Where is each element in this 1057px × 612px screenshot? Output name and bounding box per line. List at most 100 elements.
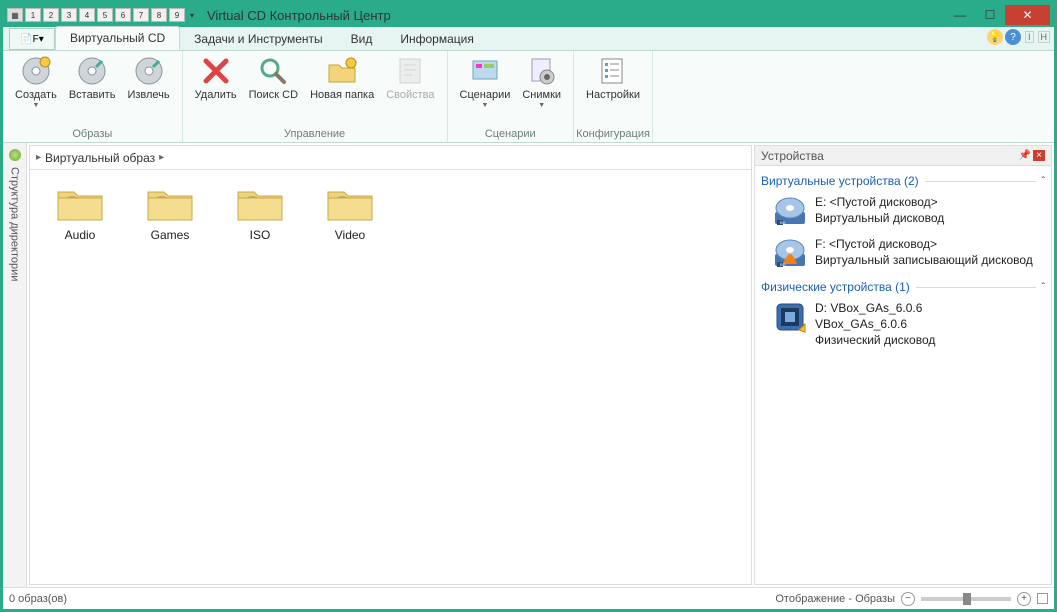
device-item-d[interactable]: D: VBox_GAs_6.0.6 VBox_GAs_6.0.6 Физичес… (761, 298, 1045, 355)
qat-app-icon[interactable]: ▦ (7, 8, 23, 22)
eject-button[interactable]: Извлечь (121, 53, 175, 103)
qat-7[interactable]: 7 (133, 8, 149, 22)
qat-4[interactable]: 4 (79, 8, 95, 22)
device-group-virtual[interactable]: Виртуальные устройства (2) ˆ (761, 174, 1045, 188)
quick-access-toolbar: ▦ 1 2 3 4 5 6 7 8 9 ▾ (7, 8, 197, 22)
device-item-f[interactable]: BD F: <Пустой дисковод> Виртуальный запи… (761, 234, 1045, 276)
pin-icon[interactable]: 📌 (1019, 150, 1031, 161)
tab-virtual-cd[interactable]: Виртуальный CD (55, 26, 180, 50)
insert-label: Вставить (69, 89, 116, 101)
hint-h: H (1038, 31, 1051, 43)
device-group-physical[interactable]: Физические устройства (1) ˆ (761, 280, 1045, 294)
delete-button[interactable]: Удалить (189, 53, 243, 103)
view-mode-button[interactable] (1037, 593, 1048, 604)
device-line2: Виртуальный записывающий дисковод (815, 252, 1033, 268)
scripts-button[interactable]: Сценарии ▼ (454, 53, 517, 111)
folder-video[interactable]: Video (318, 184, 382, 242)
delete-label: Удалить (195, 89, 237, 101)
qat-1[interactable]: 1 (25, 8, 41, 22)
group-label-scripts: Сценарии (448, 127, 574, 142)
search-cd-label: Поиск CD (249, 89, 298, 101)
device-line1: F: <Пустой дисковод> (815, 236, 1033, 252)
folder-audio[interactable]: Audio (48, 184, 112, 242)
insert-button[interactable]: Вставить (63, 53, 122, 103)
status-left: 0 образ(ов) (9, 593, 67, 605)
zoom-slider[interactable] (921, 597, 1011, 601)
breadcrumb-arrow-icon[interactable]: ▸ (159, 152, 164, 163)
qat-3[interactable]: 3 (61, 8, 77, 22)
status-bar: 0 образ(ов) Отображение - Образы − + (3, 587, 1054, 609)
folder-games[interactable]: Games (138, 184, 202, 242)
qat-6[interactable]: 6 (115, 8, 131, 22)
group-label-manage: Управление (183, 127, 447, 142)
tab-info[interactable]: Информация (386, 28, 487, 50)
zoom-in-button[interactable]: + (1017, 592, 1031, 606)
dropdown-icon: ▼ (32, 102, 39, 109)
maximize-button[interactable]: ☐ (975, 5, 1005, 25)
ribbon-group-scripts: Сценарии ▼ Снимки ▼ Сценарии (448, 51, 575, 142)
properties-button[interactable]: Свойства (380, 53, 440, 103)
breadcrumb-root[interactable]: Виртуальный образ (45, 151, 155, 165)
svg-text:BD: BD (780, 262, 786, 267)
new-folder-label: Новая папка (310, 89, 374, 101)
ribbon-group-manage: Удалить Поиск CD Новая папка Свойства Уп… (183, 51, 448, 142)
devices-title: Устройства (761, 149, 824, 163)
file-tab-label: F (33, 34, 39, 45)
qat-2[interactable]: 2 (43, 8, 59, 22)
device-line2: Виртуальный дисковод (815, 210, 944, 226)
title-bar: ▦ 1 2 3 4 5 6 7 8 9 ▾ Virtual CD Контрол… (3, 3, 1054, 27)
ribbon-tabs: 📄 F ▾ Виртуальный CD Задачи и Инструмент… (3, 27, 1054, 51)
file-tab[interactable]: 📄 F ▾ (9, 28, 55, 50)
sidebar-label: Структура директории (9, 167, 21, 281)
ribbon-group-images: Создать ▼ Вставить Извлечь Образы (3, 51, 183, 142)
tab-tasks-tools[interactable]: Задачи и Инструменты (180, 28, 336, 50)
search-cd-button[interactable]: Поиск CD (243, 53, 304, 103)
tree-icon (9, 149, 21, 161)
zoom-out-button[interactable]: − (901, 592, 915, 606)
folder-label: Games (151, 228, 190, 242)
settings-button[interactable]: Настройки (580, 53, 646, 103)
breadcrumb-arrow-icon[interactable]: ▸ (36, 152, 41, 163)
minimize-button[interactable]: — (945, 5, 975, 25)
folder-label: ISO (250, 228, 271, 242)
sidebar-collapsed[interactable]: Структура директории (3, 143, 27, 587)
qat-5[interactable]: 5 (97, 8, 113, 22)
tab-view[interactable]: Вид (337, 28, 387, 50)
hint-i: I (1025, 31, 1034, 43)
snapshots-button[interactable]: Снимки ▼ (516, 53, 567, 111)
create-label: Создать (15, 89, 57, 101)
qat-dropdown-icon[interactable]: ▾ (187, 8, 197, 22)
scripts-label: Сценарии (460, 89, 511, 101)
group-title: Физические устройства (1) (761, 280, 910, 294)
breadcrumb[interactable]: ▸ Виртуальный образ ▸ (30, 146, 751, 170)
group-label-images: Образы (3, 127, 182, 142)
properties-label: Свойства (386, 89, 434, 101)
device-line1: E: <Пустой дисковод> (815, 194, 944, 210)
main-panel: ▸ Виртуальный образ ▸ Audio Games ISO (29, 145, 752, 585)
folder-label: Audio (65, 228, 96, 242)
dropdown-icon: ▼ (481, 102, 488, 109)
folder-iso[interactable]: ISO (228, 184, 292, 242)
ribbon: Создать ▼ Вставить Извлечь Образы Удалит… (3, 51, 1054, 143)
device-item-e[interactable]: BD E: <Пустой дисковод> Виртуальный диск… (761, 192, 1045, 234)
qat-9[interactable]: 9 (169, 8, 185, 22)
device-line2: VBox_GAs_6.0.6 (815, 316, 935, 332)
create-button[interactable]: Создать ▼ (9, 53, 63, 111)
snapshots-label: Снимки (522, 89, 561, 101)
group-title: Виртуальные устройства (2) (761, 174, 919, 188)
window-title: Virtual CD Контрольный Центр (207, 8, 391, 23)
tip-icon[interactable]: 💡 (987, 29, 1003, 45)
collapse-icon[interactable]: ˆ (1042, 282, 1045, 293)
settings-label: Настройки (586, 89, 640, 101)
dropdown-icon: ▼ (538, 102, 545, 109)
eject-label: Извлечь (127, 89, 169, 101)
folder-view[interactable]: Audio Games ISO Video (30, 170, 751, 584)
help-icon[interactable]: ? (1005, 29, 1021, 45)
collapse-icon[interactable]: ˆ (1042, 176, 1045, 187)
close-panel-icon[interactable]: × (1033, 150, 1045, 161)
new-folder-button[interactable]: Новая папка (304, 53, 380, 103)
close-button[interactable]: ✕ (1005, 5, 1050, 25)
device-line1: D: VBox_GAs_6.0.6 (815, 300, 935, 316)
qat-8[interactable]: 8 (151, 8, 167, 22)
devices-panel: Устройства 📌 × Виртуальные устройства (2… (754, 145, 1052, 585)
